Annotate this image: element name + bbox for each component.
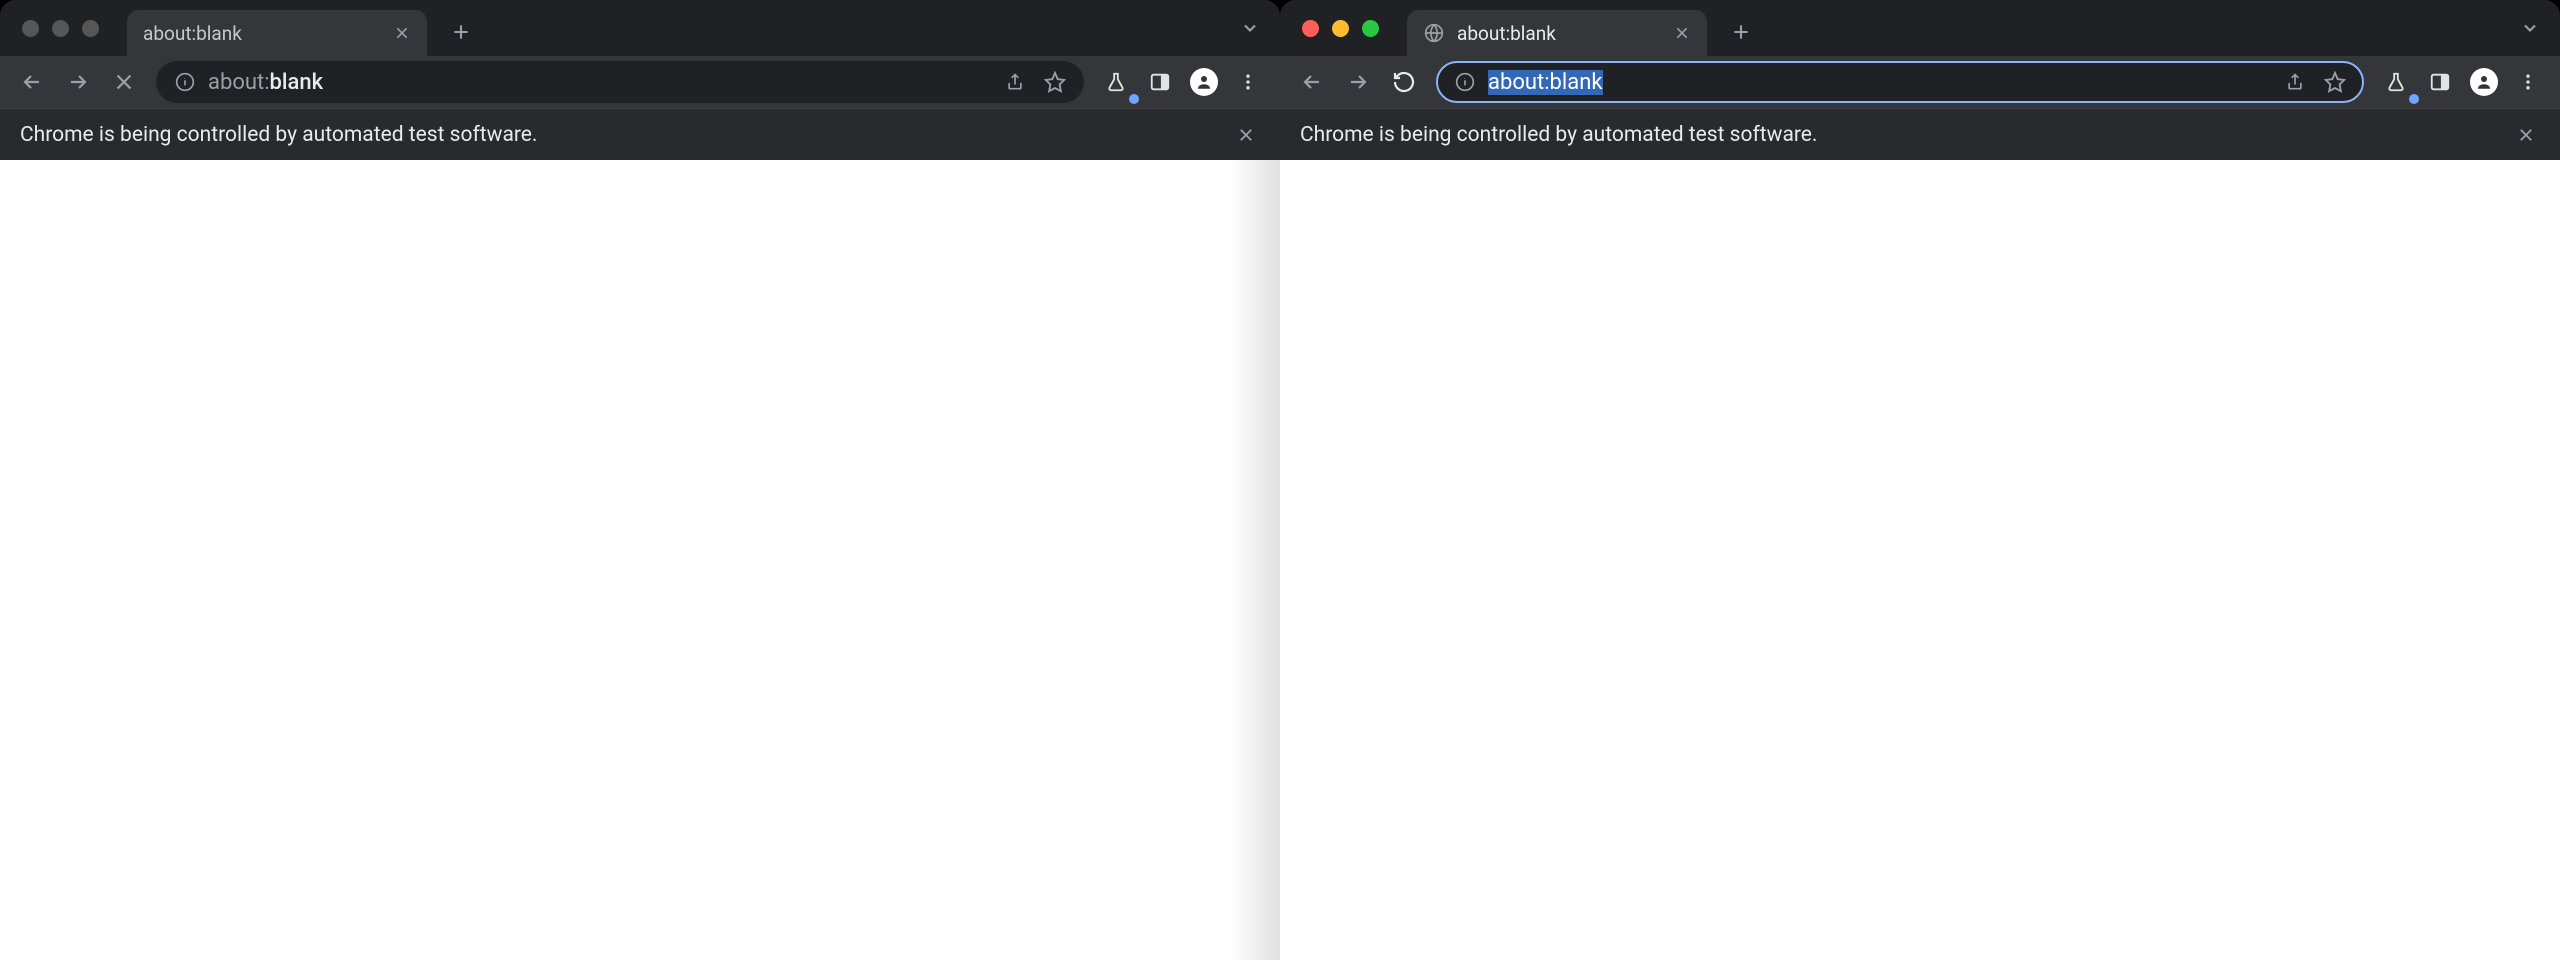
labs-icon[interactable] — [1094, 60, 1138, 104]
share-icon[interactable] — [996, 63, 1034, 101]
tab-search-button[interactable] — [2514, 12, 2546, 44]
infobar-message: Chrome is being controlled by automated … — [1300, 123, 1817, 147]
tab-title: about:blank — [1457, 22, 1659, 45]
reload-button[interactable] — [1382, 60, 1426, 104]
address-bar-text: about:blank — [206, 70, 990, 95]
back-button[interactable] — [1290, 60, 1334, 104]
address-bar-actions — [996, 63, 1074, 101]
browser-window-right: about:blank — [1280, 0, 2560, 960]
profile-button[interactable] — [1182, 60, 1226, 104]
toolbar-right — [1094, 60, 1270, 104]
back-button[interactable] — [10, 60, 54, 104]
menu-button[interactable] — [1226, 60, 1270, 104]
tab-close-button[interactable] — [391, 22, 413, 44]
infobar-message: Chrome is being controlled by automated … — [20, 123, 537, 147]
side-panel-icon[interactable] — [1138, 60, 1182, 104]
right-edge-shadow — [1230, 160, 1280, 960]
share-icon[interactable] — [2276, 63, 2314, 101]
toolbar: about:blank — [0, 56, 1280, 108]
browser-tab[interactable]: about:blank — [1407, 10, 1707, 56]
new-tab-button[interactable] — [441, 12, 481, 52]
forward-button[interactable] — [1336, 60, 1380, 104]
bookmark-icon[interactable] — [2316, 63, 2354, 101]
forward-button[interactable] — [56, 60, 100, 104]
tab-title: about:blank — [143, 22, 379, 45]
window-controls — [0, 0, 119, 56]
person-icon — [1190, 68, 1218, 96]
window-maximize-button[interactable] — [82, 20, 99, 37]
address-bar-actions — [2276, 63, 2354, 101]
window-controls — [1280, 0, 1399, 56]
window-minimize-button[interactable] — [1332, 20, 1349, 37]
tab-strip: about:blank — [1280, 0, 2560, 56]
automation-infobar: Chrome is being controlled by automated … — [1280, 108, 2560, 160]
toolbar-right — [2374, 60, 2550, 104]
infobar-close-button[interactable] — [2512, 121, 2540, 149]
page-content — [1280, 160, 2560, 960]
browser-window-left: about:blank — [0, 0, 1280, 960]
site-info-icon[interactable] — [1450, 67, 1480, 97]
address-bar-text: about:blank — [1486, 70, 2270, 95]
new-tab-button[interactable] — [1721, 12, 1761, 52]
infobar-close-button[interactable] — [1232, 121, 1260, 149]
window-maximize-button[interactable] — [1362, 20, 1379, 37]
globe-icon — [1423, 22, 1445, 44]
site-info-icon[interactable] — [170, 67, 200, 97]
browser-tab[interactable]: about:blank — [127, 10, 427, 56]
address-bar[interactable]: about:blank — [156, 61, 1084, 103]
toolbar: about:blank — [1280, 56, 2560, 108]
window-close-button[interactable] — [1302, 20, 1319, 37]
labs-icon[interactable] — [2374, 60, 2418, 104]
menu-button[interactable] — [2506, 60, 2550, 104]
window-close-button[interactable] — [22, 20, 39, 37]
side-panel-icon[interactable] — [2418, 60, 2462, 104]
tab-search-button[interactable] — [1234, 12, 1266, 44]
profile-button[interactable] — [2462, 60, 2506, 104]
automation-infobar: Chrome is being controlled by automated … — [0, 108, 1280, 160]
window-minimize-button[interactable] — [52, 20, 69, 37]
stop-button[interactable] — [102, 60, 146, 104]
bookmark-icon[interactable] — [1036, 63, 1074, 101]
page-content — [0, 160, 1280, 960]
tab-close-button[interactable] — [1671, 22, 1693, 44]
tab-strip: about:blank — [0, 0, 1280, 56]
person-icon — [2470, 68, 2498, 96]
address-bar[interactable]: about:blank — [1436, 61, 2364, 103]
